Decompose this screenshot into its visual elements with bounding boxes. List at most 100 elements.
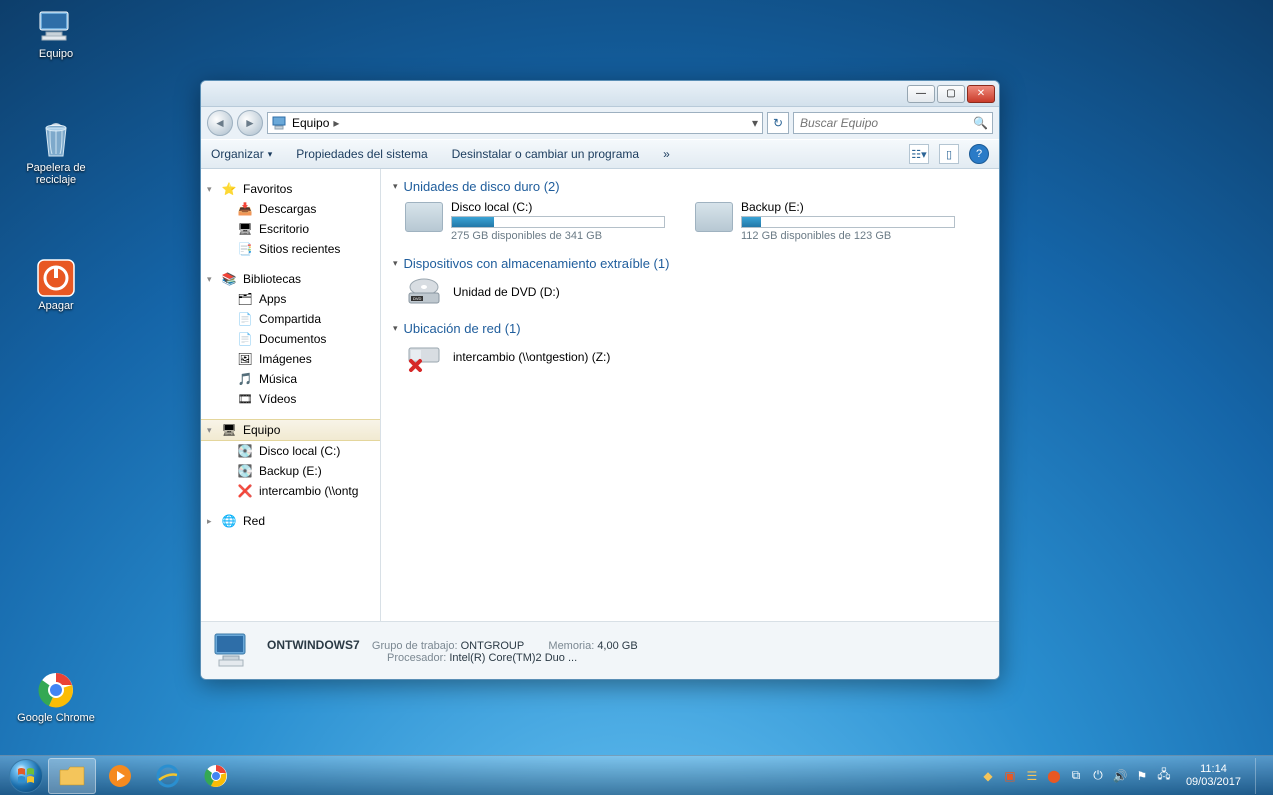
- toolbar-more[interactable]: »: [663, 147, 670, 161]
- navigation-sidebar: ⭐ Favoritos 📥Descargas 🖥Escritorio 📑Siti…: [201, 169, 381, 621]
- navigation-bar: ◄ ► Equipo ▸ ▾ ↻ 🔍: [201, 107, 999, 139]
- drive-network-z[interactable]: intercambio (\\ontgestion) (Z:): [405, 342, 987, 372]
- tray-icon[interactable]: ⧉: [1068, 768, 1084, 784]
- desktop-icon: 🖥: [237, 221, 253, 237]
- sidebar-item-videos[interactable]: 🎞Vídeos: [201, 389, 380, 409]
- drive-name: intercambio (\\ontgestion) (Z:): [453, 350, 610, 364]
- sidebar-item-apps[interactable]: 🗂Apps: [201, 289, 380, 309]
- shutdown-icon: [16, 258, 96, 298]
- drive-dvd-d[interactable]: DVD Unidad de DVD (D:): [405, 277, 987, 307]
- computer-icon: 🖥: [221, 422, 237, 438]
- drive-name: Backup (E:): [741, 200, 955, 214]
- clock-date: 09/03/2017: [1186, 776, 1241, 788]
- preview-pane-button[interactable]: ▯: [939, 144, 959, 164]
- desktop-icon-chrome[interactable]: Google Chrome: [16, 670, 96, 724]
- sidebar-computer[interactable]: 🖥 Equipo: [201, 419, 380, 441]
- svg-text:DVD: DVD: [413, 296, 422, 301]
- hdd-icon: 💽: [237, 463, 253, 479]
- sidebar-favorites[interactable]: ⭐ Favoritos: [201, 179, 380, 199]
- close-button[interactable]: ✕: [967, 85, 995, 103]
- main-content: Unidades de disco duro (2) Disco local (…: [381, 169, 999, 621]
- computer-icon: [16, 6, 96, 46]
- desktop-icon-label: Equipo: [16, 48, 96, 60]
- sidebar-item-pictures[interactable]: 🖼Imágenes: [201, 349, 380, 369]
- star-icon: ⭐: [221, 181, 237, 197]
- network-drive-offline-icon: ❌: [237, 483, 253, 499]
- breadcrumb-root[interactable]: Equipo ▸: [272, 115, 339, 131]
- network-icon: 🌐: [221, 513, 237, 529]
- forward-button[interactable]: ►: [237, 110, 263, 136]
- network-drive-offline-icon: [405, 342, 443, 372]
- toolbar-system-properties[interactable]: Propiedades del sistema: [296, 147, 427, 161]
- pictures-icon: 🖼: [237, 351, 253, 367]
- sidebar-item-backup-e[interactable]: 💽Backup (E:): [201, 461, 380, 481]
- refresh-button[interactable]: ↻: [767, 112, 789, 134]
- taskbar-media-player[interactable]: [96, 758, 144, 794]
- desktop-icon-equipo[interactable]: Equipo: [16, 6, 96, 60]
- toolbar-uninstall[interactable]: Desinstalar o cambiar un programa: [452, 147, 639, 161]
- taskbar-clock[interactable]: 11:14 09/03/2017: [1178, 763, 1249, 787]
- sidebar-libraries[interactable]: 📚 Bibliotecas: [201, 269, 380, 289]
- explorer-window: — ▢ ✕ ◄ ► Equipo ▸ ▾ ↻ 🔍 Organizar ▾ Pro…: [200, 80, 1000, 680]
- address-bar[interactable]: Equipo ▸ ▾: [267, 112, 763, 134]
- taskbar-internet-explorer[interactable]: [144, 758, 192, 794]
- tray-power-icon[interactable]: ⏻: [1090, 768, 1106, 784]
- help-button[interactable]: ?: [969, 144, 989, 164]
- breadcrumb-dropdown-icon[interactable]: ▾: [752, 116, 758, 130]
- view-options-button[interactable]: ☷▾: [909, 144, 929, 164]
- show-desktop-button[interactable]: [1255, 758, 1265, 794]
- details-computer-name: ONTWINDOWS7: [267, 638, 360, 652]
- search-input[interactable]: [798, 115, 973, 131]
- details-processor-value: Intel(R) Core(TM)2 Duo ...: [449, 652, 577, 664]
- hdd-icon: [695, 202, 733, 232]
- back-button[interactable]: ◄: [207, 110, 233, 136]
- tray-icon[interactable]: ☰: [1024, 768, 1040, 784]
- sidebar-item-recent[interactable]: 📑Sitios recientes: [201, 239, 380, 259]
- tray-flag-icon[interactable]: ⚑: [1134, 768, 1150, 784]
- taskbar-chrome[interactable]: [192, 758, 240, 794]
- drive-name: Unidad de DVD (D:): [453, 285, 560, 299]
- search-box[interactable]: 🔍: [793, 112, 993, 134]
- space-usage-bar: [741, 216, 955, 228]
- breadcrumb-label: Equipo: [292, 116, 329, 130]
- desktop-icon-label: Papelera de reciclaje: [16, 162, 96, 186]
- section-network[interactable]: Ubicación de red (1): [393, 321, 987, 336]
- tray-network-icon[interactable]: 🖧: [1156, 768, 1172, 784]
- computer-icon: [211, 630, 253, 672]
- sidebar-item-local-c[interactable]: 💽Disco local (C:): [201, 441, 380, 461]
- tray-icon[interactable]: ▣: [1002, 768, 1018, 784]
- drive-backup-e[interactable]: Backup (E:) 112 GB disponibles de 123 GB: [695, 200, 955, 242]
- titlebar[interactable]: — ▢ ✕: [201, 81, 999, 107]
- tray-icon[interactable]: ⬤: [1046, 768, 1062, 784]
- search-icon[interactable]: 🔍: [973, 116, 988, 130]
- breadcrumb-arrow-icon: ▸: [333, 116, 339, 130]
- toolbar: Organizar ▾ Propiedades del sistema Desi…: [201, 139, 999, 169]
- section-hdd[interactable]: Unidades de disco duro (2): [393, 179, 987, 194]
- sidebar-item-music[interactable]: 🎵Música: [201, 369, 380, 389]
- tray-icon[interactable]: ◆: [980, 768, 996, 784]
- taskbar-explorer[interactable]: [48, 758, 96, 794]
- toolbar-organize[interactable]: Organizar ▾: [211, 147, 272, 161]
- start-button[interactable]: [4, 758, 48, 794]
- sidebar-network[interactable]: 🌐 Red: [201, 511, 380, 531]
- libraries-icon: 📚: [221, 271, 237, 287]
- recent-icon: 📑: [237, 241, 253, 257]
- drive-local-c[interactable]: Disco local (C:) 275 GB disponibles de 3…: [405, 200, 665, 242]
- drive-name: Disco local (C:): [451, 200, 665, 214]
- chrome-icon: [16, 670, 96, 710]
- sidebar-item-shared[interactable]: 📄Compartida: [201, 309, 380, 329]
- desktop-icon-apagar[interactable]: Apagar: [16, 258, 96, 312]
- section-removable[interactable]: Dispositivos con almacenamiento extraíbl…: [393, 256, 987, 271]
- drive-free-space: 112 GB disponibles de 123 GB: [741, 230, 955, 242]
- documents-icon: 📄: [237, 331, 253, 347]
- minimize-button[interactable]: —: [907, 85, 935, 103]
- tray-volume-icon[interactable]: 🔊: [1112, 768, 1128, 784]
- desktop-icon-recycle[interactable]: Papelera de reciclaje: [16, 120, 96, 186]
- sidebar-item-documents[interactable]: 📄Documentos: [201, 329, 380, 349]
- apps-icon: 🗂: [237, 291, 253, 307]
- sidebar-item-downloads[interactable]: 📥Descargas: [201, 199, 380, 219]
- details-workgroup-label: Grupo de trabajo:: [372, 640, 458, 652]
- sidebar-item-intercambio[interactable]: ❌intercambio (\\ontg: [201, 481, 380, 501]
- sidebar-item-desktop[interactable]: 🖥Escritorio: [201, 219, 380, 239]
- maximize-button[interactable]: ▢: [937, 85, 965, 103]
